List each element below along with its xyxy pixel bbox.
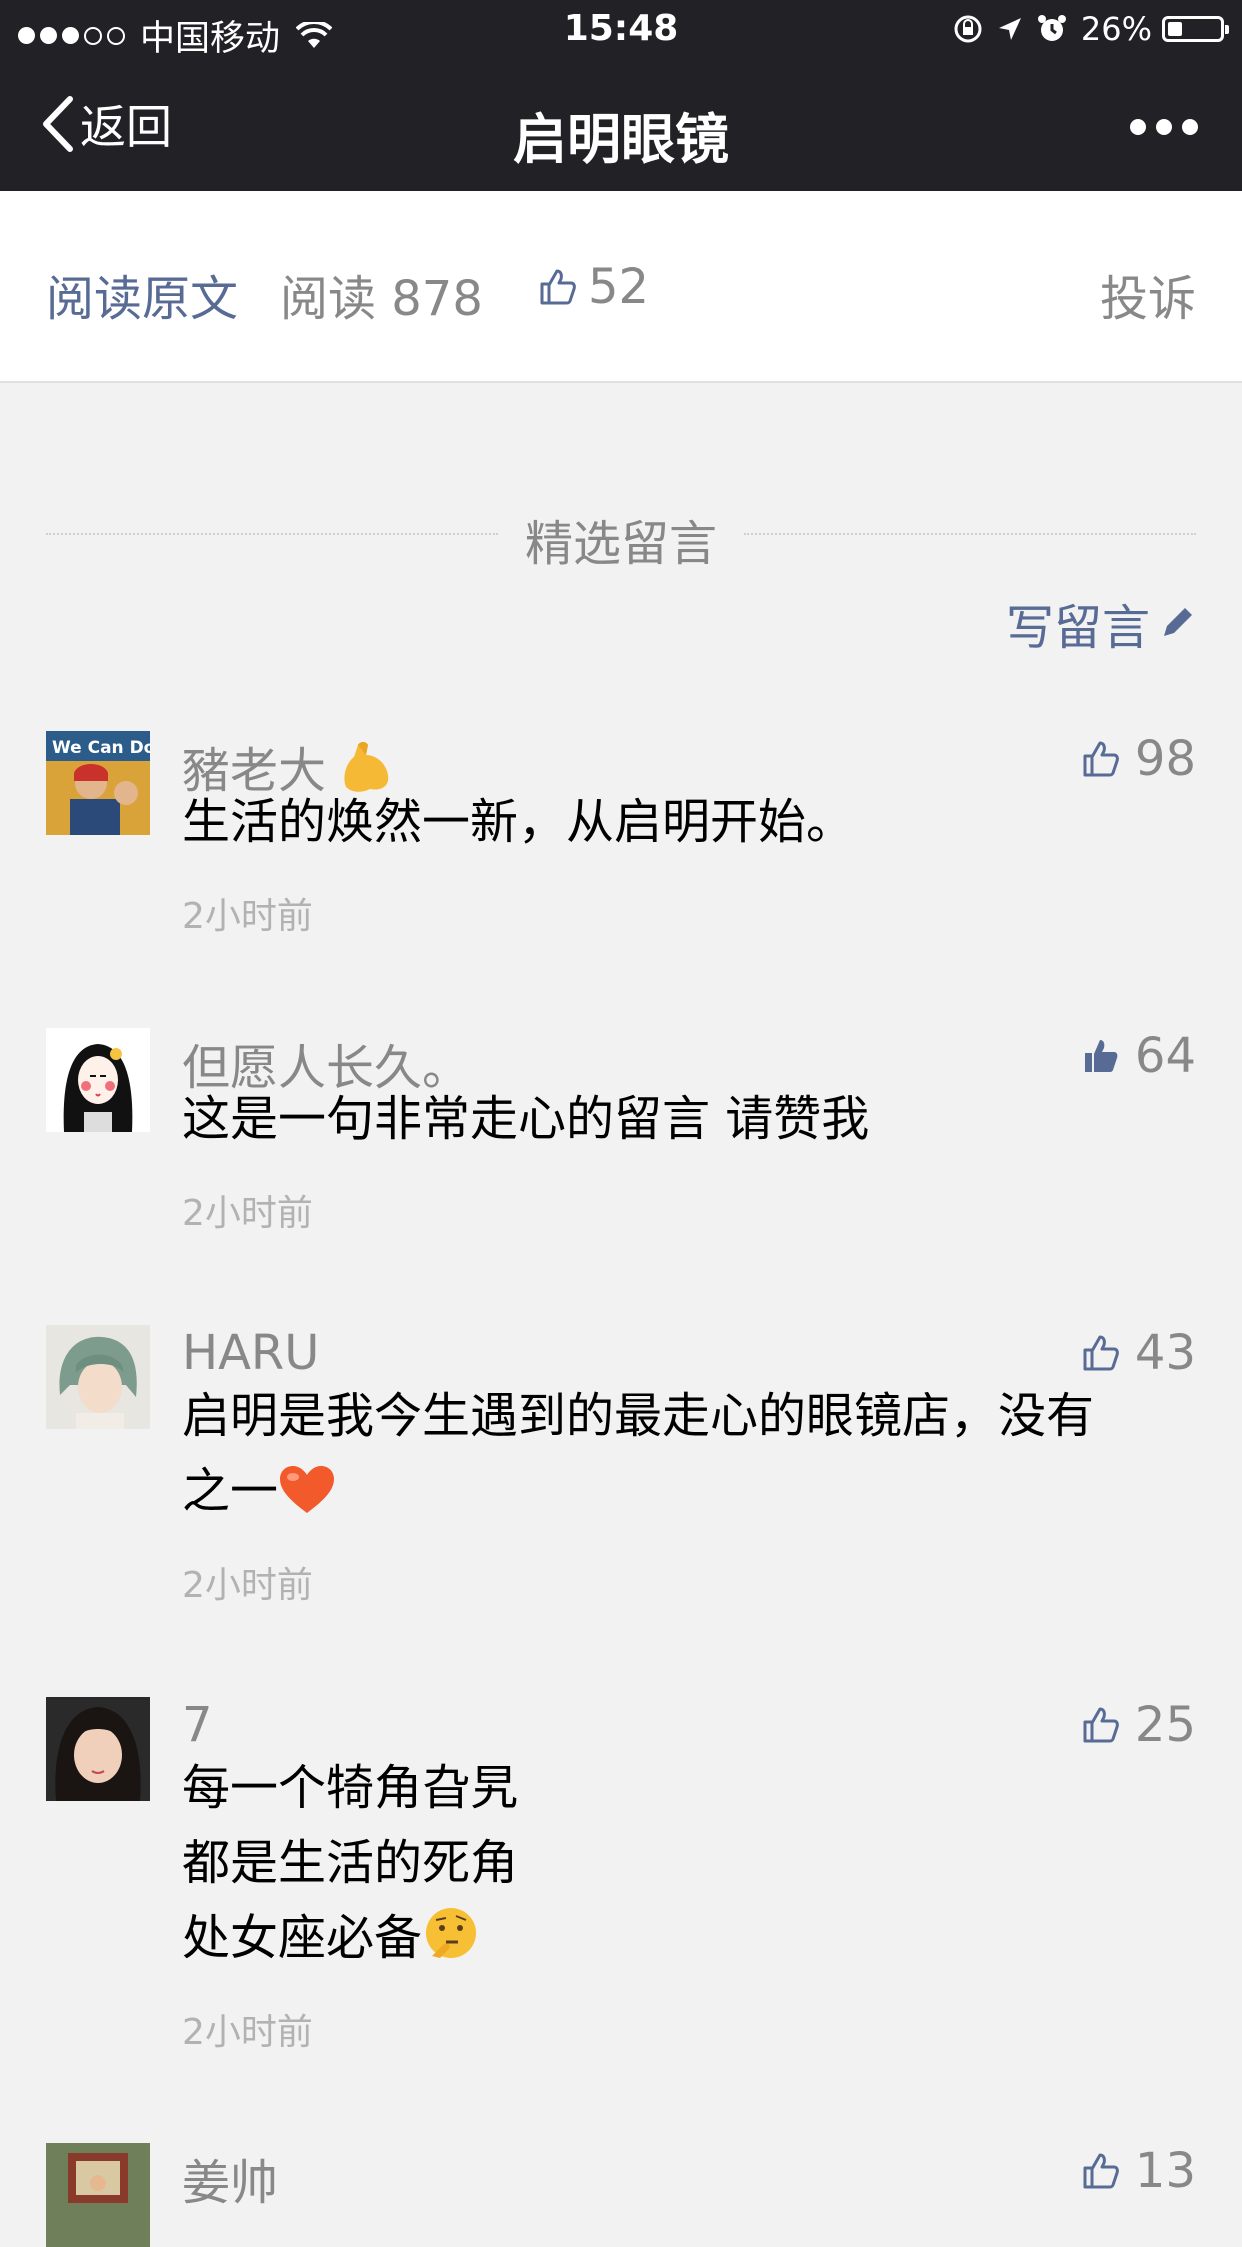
avatar[interactable] [46, 2143, 150, 2247]
comment-text: 生活的焕然一新，从启明开始。 [182, 794, 855, 850]
comment-text-line: 都是生活的死角 [182, 1835, 519, 1891]
comment-like-button[interactable]: 64 [1081, 1028, 1196, 1084]
comment-like-count: 64 [1134, 1028, 1196, 1084]
read-count: 阅读 878 [280, 271, 483, 327]
read-original-link[interactable]: 阅读原文 [46, 259, 238, 329]
comment-time: 2小时前 [182, 2012, 313, 2053]
article-like-count: 52 [588, 259, 650, 315]
thumbs-up-icon [1083, 741, 1119, 777]
pencil-icon [1164, 608, 1192, 636]
comment-text-line: 之一 [182, 1454, 1192, 1529]
status-right: 26% [939, 10, 1229, 48]
write-comment-label: 写留言 [1005, 600, 1150, 656]
comment-like-button[interactable]: 98 [1081, 731, 1196, 787]
comment-like-count: 13 [1134, 2143, 1196, 2199]
avatar[interactable] [46, 1325, 150, 1429]
comment-like-count: 43 [1134, 1325, 1196, 1381]
article-like-button[interactable]: 52 [538, 259, 649, 315]
location-arrow-icon [998, 18, 1021, 40]
section-title: 精选留言 [524, 516, 717, 572]
avatar[interactable] [46, 1697, 150, 1801]
page-title: 启明眼镜 [513, 108, 729, 171]
report-link[interactable]: 投诉 [1100, 259, 1196, 329]
thumbs-up-icon [1083, 2153, 1119, 2189]
comment-text: 每一个犄角旮旯 都是生活的死角 处女座必备 [182, 1751, 1192, 1976]
divider [744, 533, 1196, 535]
comment-text: 启明是我今生遇到的最走心的眼镜店，没有 之一 [182, 1379, 1192, 1529]
comment-like-count: 98 [1134, 731, 1196, 787]
nav-bar: 返回 启明眼镜 [0, 61, 1242, 191]
more-menu-icon[interactable] [1120, 119, 1198, 135]
thumbs-up-icon [1083, 1335, 1119, 1371]
battery-percent: 26% [1080, 10, 1152, 48]
commenter-name: HARU [182, 1325, 320, 1381]
alarm-icon [1037, 15, 1066, 41]
battery-icon [1162, 16, 1229, 42]
comment-like-button[interactable]: 25 [1081, 1697, 1196, 1753]
commenter-name: 姜帅 [182, 2155, 279, 2211]
comment-text: 这是一句非常走心的留言 请赞我 [182, 1091, 870, 1147]
thumbs-up-icon [540, 269, 576, 305]
comment-time: 2小时前 [182, 896, 313, 937]
avatar[interactable] [46, 1028, 150, 1132]
commenter-name: 7 [182, 1697, 213, 1753]
comment-like-button[interactable]: 43 [1081, 1325, 1196, 1381]
comment-text-line: 启明是我今生遇到的最走心的眼镜店，没有 [182, 1388, 1095, 1444]
write-comment-button[interactable]: 写留言 [1006, 588, 1196, 658]
comment-time: 2小时前 [182, 1565, 313, 1606]
heart-icon [280, 1466, 335, 1513]
selected-comments-header: 精选留言 [46, 500, 1196, 572]
svg-text:We Can Do It!: We Can Do It! [52, 738, 150, 758]
thumbs-up-icon [1083, 1707, 1119, 1743]
avatar[interactable]: We Can Do It! [46, 731, 150, 835]
rotation-lock-icon [954, 15, 982, 43]
comment-like-count: 25 [1134, 1697, 1196, 1753]
thumbs-up-filled-icon [1084, 1040, 1118, 1072]
comment-text-line: 每一个犄角旮旯 [182, 1760, 519, 1816]
comment-time: 2小时前 [182, 1193, 313, 1234]
thinking-face-icon [426, 1908, 477, 1958]
comment-like-button[interactable]: 13 [1081, 2143, 1196, 2199]
comment-text-line: 处女座必备 [182, 1901, 1192, 1976]
status-bar: 中国移动 15:48 26% [0, 0, 1242, 61]
article-footer: 阅读原文 阅读 878 52 投诉 [0, 191, 1242, 383]
